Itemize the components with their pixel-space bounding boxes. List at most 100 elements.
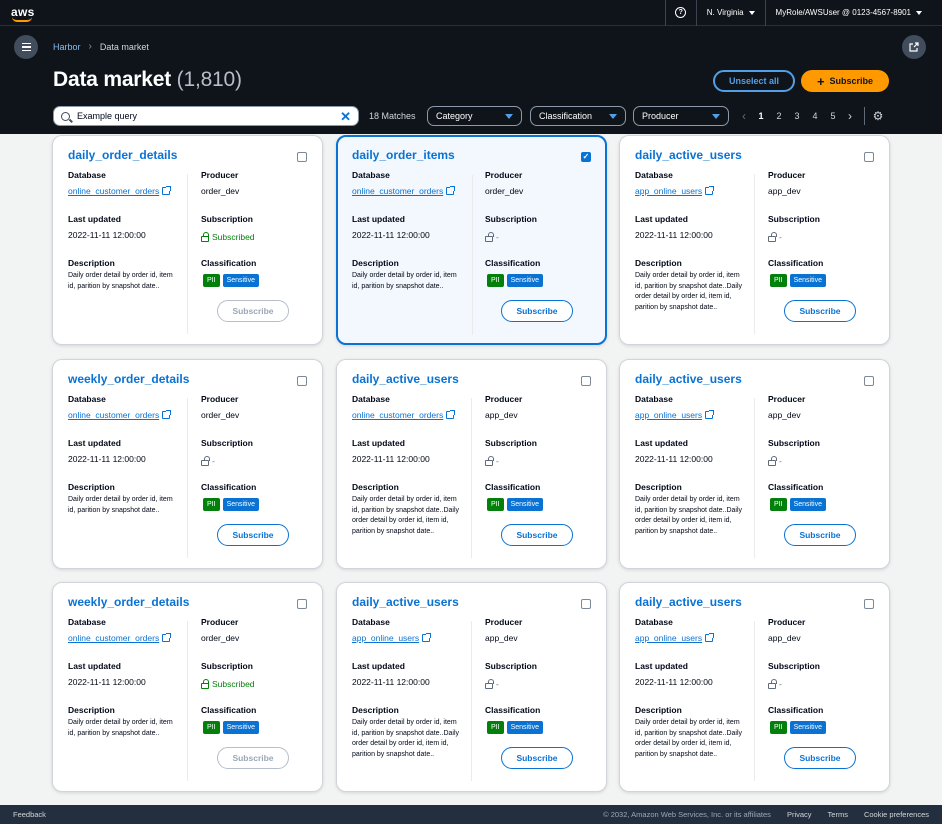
feedback-link[interactable]: Feedback xyxy=(13,810,46,819)
card-title[interactable]: daily_order_items xyxy=(352,148,455,162)
page-4[interactable]: 4 xyxy=(806,111,824,121)
card-subscribe-button[interactable]: Subscribe xyxy=(501,747,573,769)
classification-select[interactable]: Classification xyxy=(530,106,626,126)
card-title[interactable]: daily_active_users xyxy=(352,372,459,386)
data-product-card[interactable]: weekly_order_details Database online_cus… xyxy=(52,582,323,792)
data-product-card[interactable]: daily_order_items ✓ Database online_cust… xyxy=(336,135,607,345)
producer-label: Producer xyxy=(201,394,239,404)
card-checkbox[interactable] xyxy=(864,599,874,609)
card-subscribe-button[interactable]: Subscribe xyxy=(501,524,573,546)
description-label: Description xyxy=(352,482,399,492)
region-menu[interactable]: N. Virginia xyxy=(697,0,765,26)
card-checkbox[interactable] xyxy=(297,376,307,386)
card-title[interactable]: daily_order_details xyxy=(68,148,177,162)
clear-icon[interactable]: ✕ xyxy=(340,110,351,123)
external-link-button[interactable] xyxy=(902,35,926,59)
data-product-card[interactable]: daily_active_users Database online_custo… xyxy=(336,359,607,569)
card-subscribe-button[interactable]: Subscribe xyxy=(501,300,573,322)
card-checkbox[interactable]: ✓ xyxy=(581,152,591,162)
search-input[interactable]: Example query ✕ xyxy=(53,106,359,126)
page-3[interactable]: 3 xyxy=(788,111,806,121)
page-1[interactable]: 1 xyxy=(752,111,770,121)
page-2[interactable]: 2 xyxy=(770,111,788,121)
card-checkbox[interactable] xyxy=(581,376,591,386)
subscription-label: Subscription xyxy=(768,214,820,224)
unlock-icon xyxy=(201,455,210,466)
classification-label: Classification xyxy=(201,258,257,268)
database-link[interactable]: online_customer_orders xyxy=(68,186,172,196)
subscription-status: - xyxy=(768,455,782,466)
category-select[interactable]: Category xyxy=(427,106,522,126)
subscription-value: Subscribed xyxy=(212,232,255,242)
database-link[interactable]: app_online_users xyxy=(635,186,715,196)
database-link[interactable]: app_online_users xyxy=(635,410,715,420)
producer-select[interactable]: Producer xyxy=(633,106,729,126)
card-checkbox[interactable] xyxy=(581,599,591,609)
aws-logo[interactable]: aws xyxy=(10,3,36,23)
account-menu[interactable]: MyRole/AWSUser @ 0123-4567-8901 xyxy=(766,0,932,26)
privacy-link[interactable]: Privacy xyxy=(787,810,812,819)
data-product-card[interactable]: daily_order_details Database online_cust… xyxy=(52,135,323,345)
database-link[interactable]: online_customer_orders xyxy=(352,410,456,420)
page-5[interactable]: 5 xyxy=(824,111,842,121)
subscription-value: - xyxy=(496,679,499,689)
database-label: Database xyxy=(635,394,673,404)
data-product-card[interactable]: daily_active_users Database app_online_u… xyxy=(619,135,890,345)
card-title[interactable]: weekly_order_details xyxy=(68,372,189,386)
card-divider xyxy=(754,621,755,781)
card-checkbox[interactable] xyxy=(864,152,874,162)
cookie-preferences-link[interactable]: Cookie preferences xyxy=(864,810,929,819)
search-icon xyxy=(61,111,70,121)
previous-page-icon[interactable]: ‹ xyxy=(736,109,752,123)
card-subscribe-button[interactable]: Subscribe xyxy=(217,524,289,546)
data-product-card[interactable]: weekly_order_details Database online_cus… xyxy=(52,359,323,569)
data-product-card[interactable]: daily_active_users Database app_online_u… xyxy=(619,359,890,569)
unlock-icon xyxy=(485,231,494,242)
database-value: online_customer_orders xyxy=(68,186,160,196)
page-header: Harbor › Data market Data market (1,810)… xyxy=(0,26,942,134)
card-subscribe-button[interactable]: Subscribe xyxy=(784,300,856,322)
unselect-all-button[interactable]: Unselect all xyxy=(713,70,795,92)
subscribe-button[interactable]: + Subscribe xyxy=(801,70,889,92)
database-link[interactable]: online_customer_orders xyxy=(352,186,456,196)
card-subscribe-button[interactable]: Subscribe xyxy=(784,524,856,546)
card-title[interactable]: daily_active_users xyxy=(635,372,742,386)
breadcrumb-harbor[interactable]: Harbor xyxy=(53,42,81,52)
data-product-card[interactable]: daily_active_users Database app_online_u… xyxy=(336,582,607,792)
external-link-icon xyxy=(705,633,715,642)
database-link[interactable]: online_customer_orders xyxy=(68,633,172,643)
menu-toggle-button[interactable] xyxy=(14,35,38,59)
lock-icon xyxy=(201,231,209,242)
card-checkbox[interactable] xyxy=(297,599,307,609)
classification-badges: PII Sensitive xyxy=(770,721,826,734)
card-title[interactable]: daily_active_users xyxy=(352,595,459,609)
gear-icon[interactable]: ⚙ xyxy=(871,109,885,123)
classification-label: Classification xyxy=(485,482,541,492)
card-title[interactable]: daily_active_users xyxy=(635,595,742,609)
subscription-label: Subscription xyxy=(768,438,820,448)
database-link[interactable]: app_online_users xyxy=(352,633,432,643)
data-product-card[interactable]: daily_active_users Database app_online_u… xyxy=(619,582,890,792)
card-checkbox[interactable] xyxy=(864,376,874,386)
next-page-icon[interactable]: › xyxy=(842,109,858,123)
last-updated-label: Last updated xyxy=(352,661,405,671)
description-value: Daily order detail by order id, item id,… xyxy=(68,272,173,290)
card-checkbox[interactable] xyxy=(297,152,307,162)
external-link-icon xyxy=(162,410,172,419)
subscription-label: Subscription xyxy=(201,661,253,671)
database-value: app_online_users xyxy=(352,633,420,643)
copyright-text: © 2032, Amazon Web Services, Inc. or its… xyxy=(603,810,771,819)
pii-badge: PII xyxy=(770,498,787,511)
card-divider xyxy=(187,621,188,781)
database-link[interactable]: app_online_users xyxy=(635,633,715,643)
card-subscribe-button[interactable]: Subscribe xyxy=(784,747,856,769)
terms-link[interactable]: Terms xyxy=(828,810,848,819)
producer-value: app_dev xyxy=(768,410,801,420)
description-label: Description xyxy=(68,482,115,492)
database-link[interactable]: online_customer_orders xyxy=(68,410,172,420)
last-updated-label: Last updated xyxy=(635,438,688,448)
pii-badge: PII xyxy=(770,274,787,287)
card-title[interactable]: daily_active_users xyxy=(635,148,742,162)
help-button[interactable]: ? xyxy=(666,0,696,26)
card-title[interactable]: weekly_order_details xyxy=(68,595,189,609)
